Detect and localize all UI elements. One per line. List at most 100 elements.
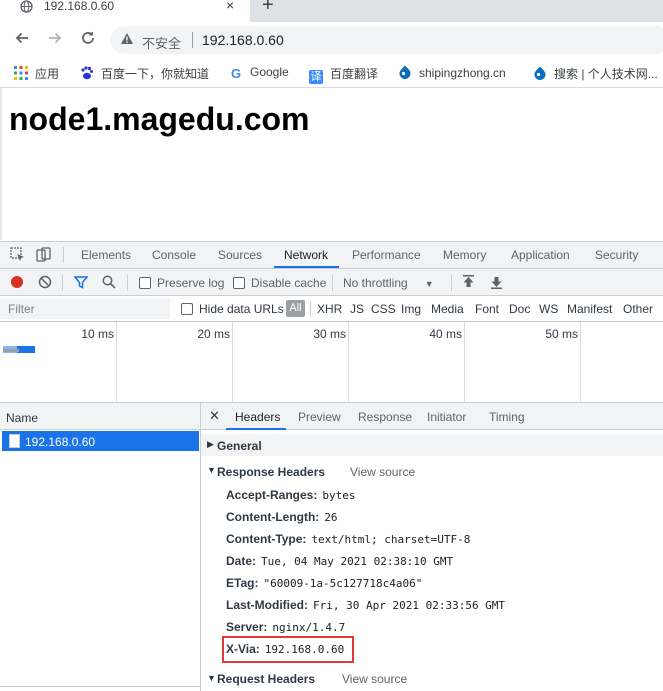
header-row-last-modified: Last-Modified: Fri, 30 Apr 2021 02:33:56 … [226,598,505,612]
divider [63,247,64,263]
device-toolbar-icon[interactable] [36,247,51,265]
tab-headers[interactable]: Headers [235,410,280,424]
filter-js[interactable]: JS [350,302,364,316]
section-request-headers[interactable]: ▼ Request Headers View source [201,667,663,690]
disable-cache-checkbox[interactable]: Disable cache [233,276,326,290]
grid-line [232,322,233,402]
tab-timing[interactable]: Timing [489,410,525,424]
hide-data-urls-label: Hide data URLs [199,302,284,316]
network-overview-timeline[interactable]: 10 ms 20 ms 30 ms 40 ms 50 ms [0,322,663,403]
header-value: "60009-1a-5c127718c4a06" [263,577,423,590]
tab-memory[interactable]: Memory [443,248,486,262]
filter-img[interactable]: Img [401,302,421,316]
filter-media[interactable]: Media [431,302,464,316]
header-value: 26 [324,511,338,524]
divider [62,275,63,291]
bookmark-apps[interactable]: 应用 [14,65,59,82]
google-g-icon: G [230,66,242,81]
browser-tab[interactable]: 192.168.0.60 × [0,0,250,22]
filter-bar: Hide data URLs All XHR JS CSS Img Media … [0,296,663,322]
preserve-log-checkbox[interactable]: Preserve log [139,276,224,290]
close-tab-icon[interactable]: × [226,0,234,13]
tab-preview[interactable]: Preview [298,410,341,424]
header-row-date: Date: Tue, 04 May 2021 02:38:10 GMT [226,554,453,568]
inspect-element-icon[interactable] [10,247,25,265]
tab-network[interactable]: Network [284,248,328,262]
devtools-tab-bar: Elements Console Sources Network Perform… [0,242,663,269]
record-icon[interactable] [10,275,24,292]
url-text[interactable]: 192.168.0.60 [202,32,284,48]
tab-strip: 192.168.0.60 × + [0,0,663,22]
checkbox[interactable] [181,303,193,315]
import-har-icon[interactable] [462,275,475,292]
divider [127,275,128,291]
tab-elements[interactable]: Elements [81,248,131,262]
tab-response[interactable]: Response [358,410,412,424]
warning-triangle-icon[interactable] [120,32,134,48]
close-icon[interactable]: ✕ [209,408,220,424]
checkbox[interactable] [233,277,245,289]
bookmark-search-tech[interactable]: 搜索 | 个人技术网... [533,65,658,82]
filter-all-button[interactable]: All [286,300,305,317]
divider [451,275,452,291]
tab-performance[interactable]: Performance [352,248,421,262]
filter-font[interactable]: Font [475,302,499,316]
search-icon[interactable] [102,275,116,292]
network-toolbar: Preserve log Disable cache No throttling… [0,269,663,296]
forward-arrow-icon[interactable] [45,30,65,50]
view-source-link[interactable]: View source [350,465,415,479]
filter-funnel-icon[interactable] [73,275,89,292]
filter-css[interactable]: CSS [371,302,396,316]
header-row-server: Server: nginx/1.4.7 [226,620,345,634]
view-source-link[interactable]: View source [342,672,407,686]
header-row-content-length: Content-Length: 26 [226,510,338,524]
bookmark-baidu-translate[interactable]: 译百度翻译 [309,65,378,84]
section-title: General [217,439,262,453]
name-column-header[interactable]: Name [0,403,200,430]
filter-manifest[interactable]: Manifest [567,302,612,316]
new-tab-button[interactable]: + [262,0,274,17]
reload-icon[interactable] [78,30,98,50]
timeline-bar-download [17,346,35,353]
chevron-down-icon: ▼ [424,279,434,289]
filter-ws[interactable]: WS [539,302,558,316]
throttling-select[interactable]: No throttling ▼ [343,276,434,290]
request-row[interactable]: 192.168.0.60 [2,431,199,451]
header-value: Tue, 04 May 2021 02:38:10 GMT [261,555,454,568]
section-response-headers[interactable]: ▼ Response Headers View source [201,460,663,482]
filter-input[interactable] [0,298,170,319]
clear-icon[interactable] [38,275,52,292]
bookmark-baidu[interactable]: 百度一下，你就知道 [80,65,209,82]
globe-icon [20,0,34,14]
bookmark-shipingzhong[interactable]: shipingzhong.cn [398,65,506,80]
tab-security[interactable]: Security [595,248,638,262]
request-name: 192.168.0.60 [25,435,96,449]
filter-other[interactable]: Other [623,302,653,316]
back-arrow-icon[interactable] [12,30,32,50]
header-name: Last-Modified: [226,598,308,612]
active-tab-indicator [226,428,286,430]
section-general[interactable]: ▶ General [201,434,663,456]
tab-console[interactable]: Console [152,248,196,262]
tab-initiator[interactable]: Initiator [427,410,466,424]
address-bar[interactable]: 不安全 192.168.0.60 [110,26,663,54]
filter-doc[interactable]: Doc [509,302,530,316]
export-har-icon[interactable] [490,275,503,292]
bookmark-label: 搜索 | 个人技术网... [554,67,658,81]
hide-data-urls-checkbox[interactable]: Hide data URLs [181,302,284,316]
expand-arrow-icon: ▶ [207,439,214,449]
omnibox-separator [192,32,193,48]
checkbox[interactable] [139,277,151,289]
bookmark-label: shipingzhong.cn [419,66,506,80]
insecure-label: 不安全 [142,36,182,51]
header-value: text/html; charset=UTF-8 [311,533,471,546]
disable-cache-label: Disable cache [251,276,327,290]
filter-xhr[interactable]: XHR [317,302,342,316]
translate-icon: 译 [309,70,323,84]
tab-application[interactable]: Application [511,248,570,262]
apps-grid-icon [14,66,28,80]
bookmark-google[interactable]: G Google [229,65,289,81]
bookmark-label: Google [250,65,289,79]
divider [310,301,311,317]
tab-sources[interactable]: Sources [218,248,262,262]
